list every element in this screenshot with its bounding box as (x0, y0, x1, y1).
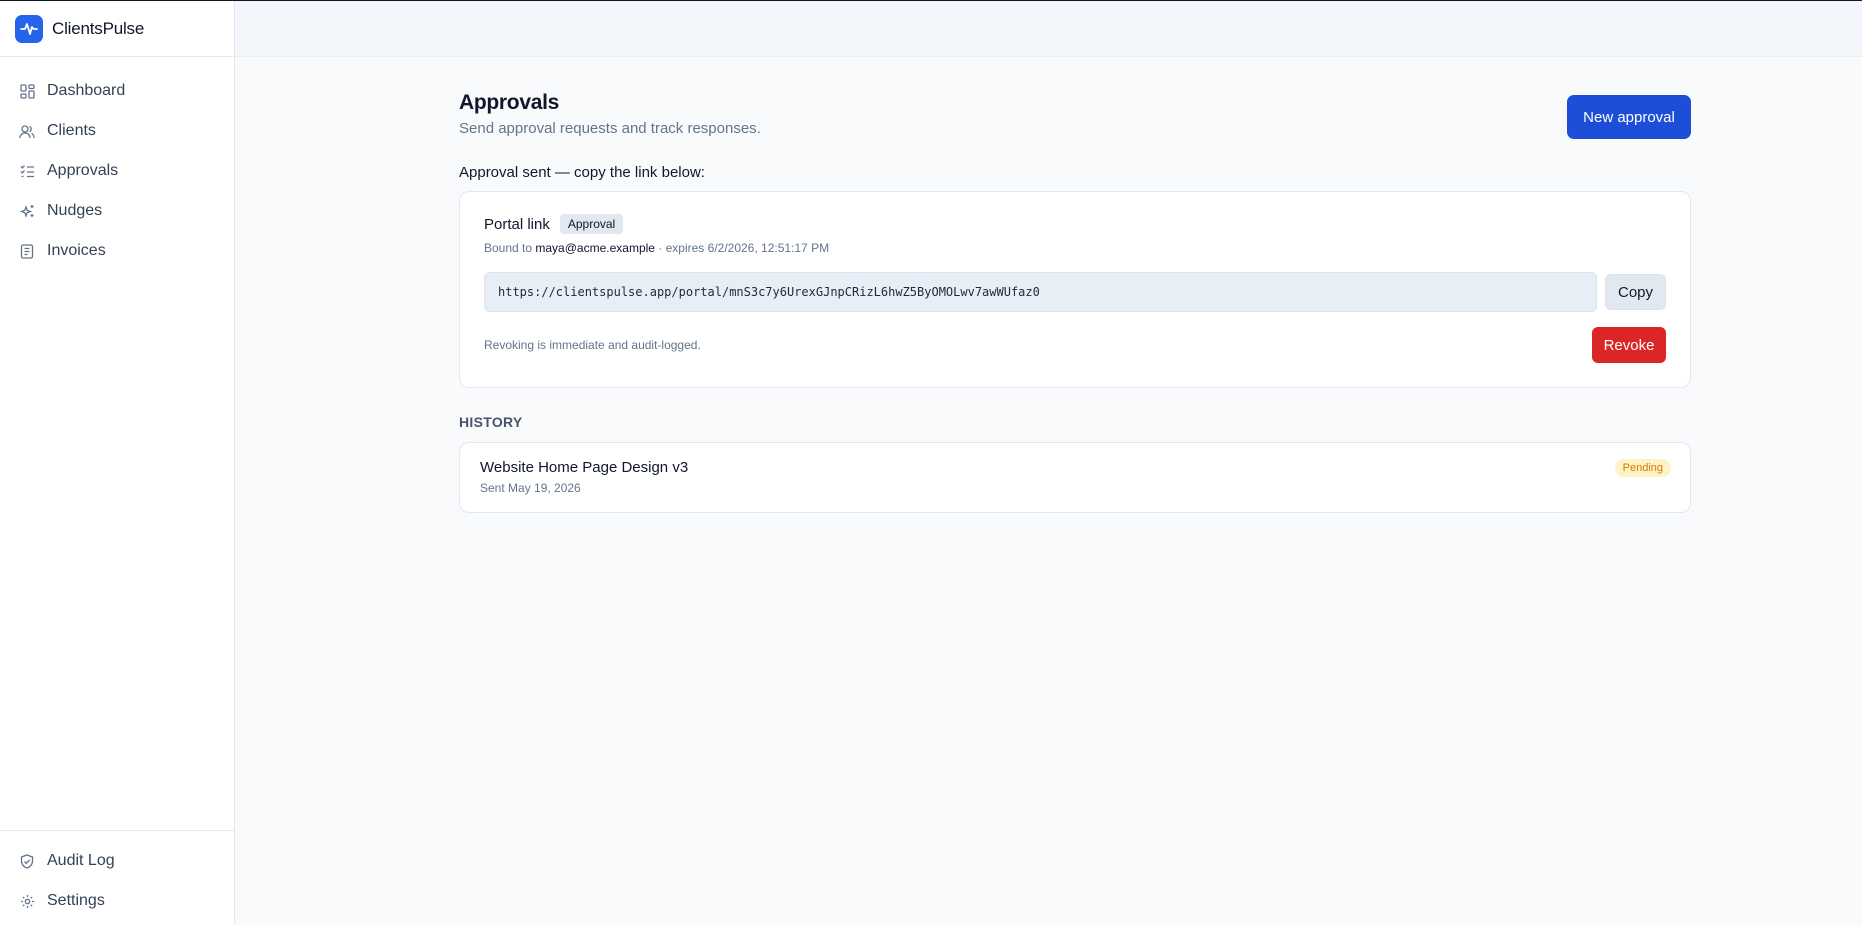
list-item[interactable]: Website Home Page Design v3 Sent May 19,… (459, 442, 1691, 513)
page-header: Approvals Send approval requests and tra… (459, 91, 1691, 139)
sidebar-item-audit-log[interactable]: Audit Log (0, 841, 234, 881)
history-heading: HISTORY (459, 414, 523, 430)
sidebar-item-label: Dashboard (47, 82, 126, 99)
sidebar-item-approvals[interactable]: Approvals (0, 151, 234, 191)
shield-icon (19, 853, 35, 869)
sidebar-bottom: Audit Log Settings (0, 830, 234, 925)
sidebar-item-dashboard[interactable]: Dashboard (0, 71, 234, 111)
sidebar-item-label: Nudges (47, 202, 103, 219)
checklist-icon (19, 163, 35, 179)
gear-icon (19, 893, 35, 909)
bound-info: Bound to maya@acme.example · expires 6/2… (484, 241, 1666, 255)
brand-name: ClientsPulse (52, 18, 145, 38)
sidebar-item-label: Invoices (47, 242, 106, 259)
portal-url-field[interactable]: https://clientspulse.app/portal/mnS3c7y6… (484, 272, 1597, 312)
bound-email: maya@acme.example (535, 241, 655, 255)
pulse-logo-icon (15, 14, 43, 43)
expires-text: · expires 6/2/2026, 12:51:17 PM (658, 241, 830, 255)
sidebar-item-label: Approvals (47, 162, 119, 179)
receipt-icon (19, 243, 35, 259)
history-item-date: Sent May 19, 2026 (480, 481, 581, 495)
main-nav: Dashboard Clients Approvals Nudges Invoi… (0, 57, 234, 271)
top-bar (235, 1, 1862, 57)
copy-button[interactable]: Copy (1605, 274, 1666, 310)
sidebar-item-label: Clients (47, 122, 96, 139)
revoke-note: Revoking is immediate and audit-logged. (484, 338, 701, 352)
bound-prefix: Bound to (484, 241, 533, 255)
sidebar-item-label: Settings (47, 892, 105, 909)
page-subtitle: Send approval requests and track respons… (459, 120, 761, 137)
sparkles-icon (19, 203, 35, 219)
sidebar-item-label: Audit Log (47, 852, 115, 869)
main-content: Approvals Send approval requests and tra… (459, 91, 1691, 513)
brand[interactable]: ClientsPulse (0, 1, 234, 57)
sidebar-item-clients[interactable]: Clients (0, 111, 234, 151)
new-approval-button[interactable]: New approval (1567, 95, 1691, 139)
dashboard-icon (19, 83, 35, 99)
sent-notice: Approval sent — copy the link below: (459, 164, 705, 181)
type-badge: Approval (559, 214, 624, 234)
history-item-title: Website Home Page Design v3 (480, 459, 689, 476)
users-icon (19, 123, 35, 139)
sidebar-item-nudges[interactable]: Nudges (0, 191, 234, 231)
portal-link-card: Portal link Approval Bound to maya@acme.… (459, 191, 1691, 388)
portal-link-title: Portal link (484, 215, 550, 233)
revoke-button[interactable]: Revoke (1592, 327, 1666, 363)
page-title: Approvals (459, 91, 559, 114)
sidebar: ClientsPulse Dashboard Clients Approvals… (0, 1, 235, 925)
status-badge: Pending (1614, 459, 1671, 477)
sidebar-item-invoices[interactable]: Invoices (0, 231, 234, 271)
sidebar-item-settings[interactable]: Settings (0, 881, 234, 921)
